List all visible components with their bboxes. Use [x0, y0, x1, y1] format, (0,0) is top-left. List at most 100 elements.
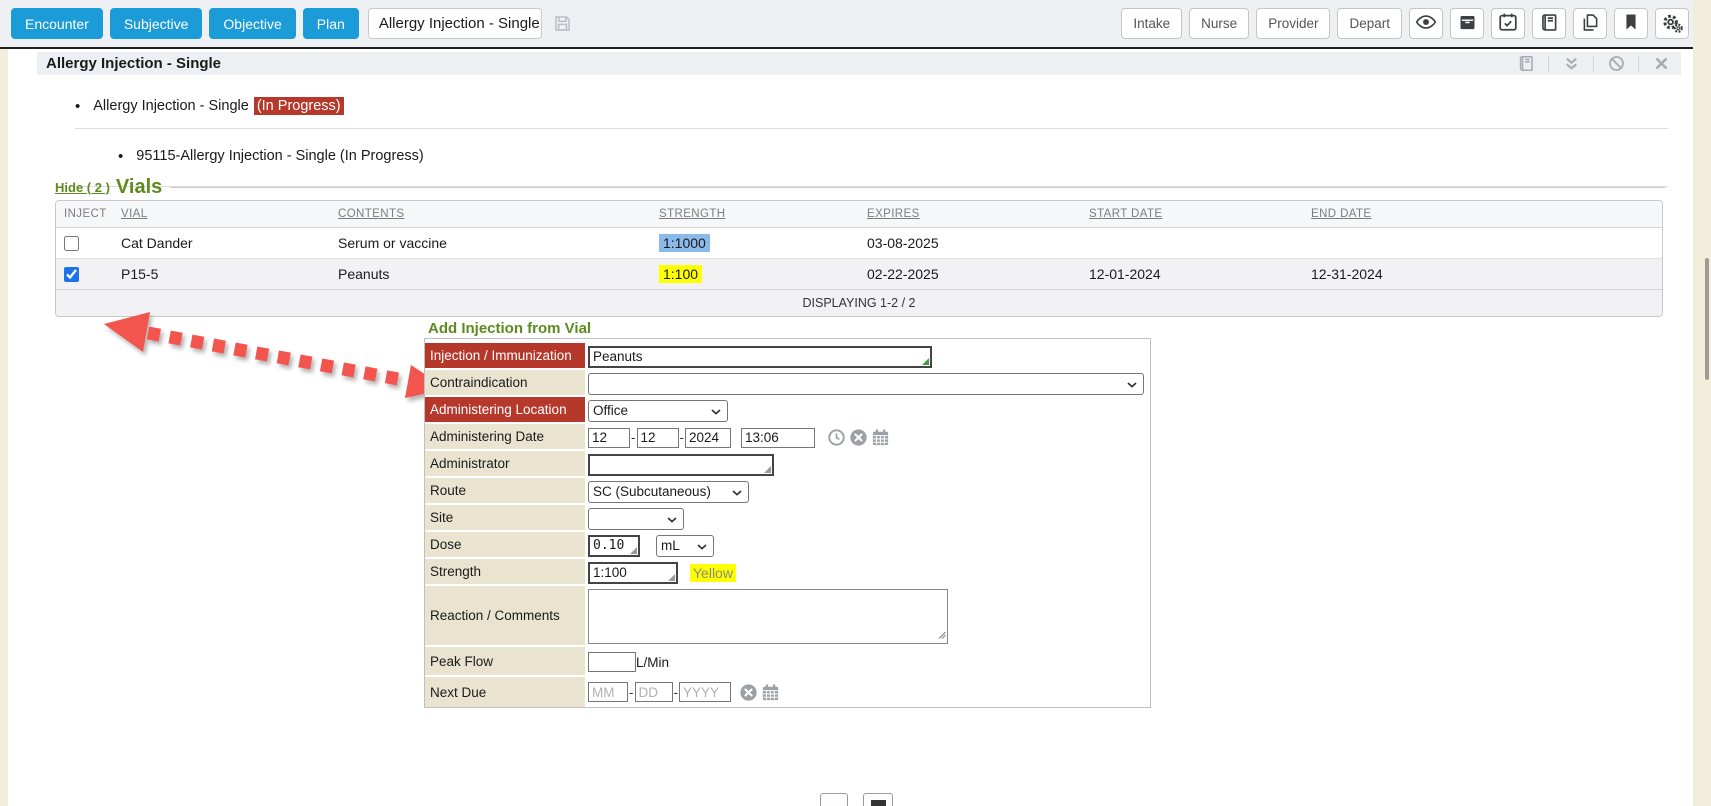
next-due-day-input[interactable]	[635, 682, 673, 702]
peak-flow-input[interactable]	[588, 652, 636, 672]
subjective-button[interactable]: Subjective	[110, 8, 203, 39]
administrator-input[interactable]	[588, 454, 774, 476]
book-icon[interactable]	[1512, 54, 1540, 73]
date-year-input[interactable]	[685, 428, 731, 448]
strength-input[interactable]	[588, 562, 678, 584]
bottom-partial-button[interactable]	[863, 793, 893, 806]
clear-date-icon[interactable]	[849, 428, 868, 447]
form-row-administrator: Administrator	[425, 451, 1150, 478]
template-select[interactable]: Allergy Injection - Single	[368, 8, 542, 39]
bottom-partial-button[interactable]	[820, 793, 848, 806]
next-due-year-input[interactable]	[679, 682, 731, 702]
site-select[interactable]	[588, 508, 684, 530]
strength-cell: 1:100	[659, 265, 702, 283]
eye-button[interactable]	[1409, 8, 1443, 39]
column-header-start-date[interactable]: START DATE	[1081, 208, 1303, 220]
expires-cell: 03-08-2025	[859, 235, 1081, 251]
book-button[interactable]	[1532, 8, 1566, 39]
column-header-inject: INJECT	[56, 208, 113, 220]
calendar-icon[interactable]	[761, 683, 780, 702]
inject-checkbox[interactable]	[64, 267, 79, 282]
administering-location-value: Office	[593, 403, 628, 418]
form-row-strength: Strength Yellow	[425, 559, 1150, 586]
bookmark-button[interactable]	[1614, 8, 1648, 39]
settings-button[interactable]	[1655, 8, 1689, 39]
document-name: Allergy Injection - Single	[93, 98, 249, 114]
date-separator: -	[674, 685, 679, 700]
date-separator: -	[631, 430, 636, 445]
chevron-down-icon	[1127, 376, 1137, 391]
collapse-chevrons-icon[interactable]	[1557, 54, 1585, 73]
vials-table-header: INJECT VIAL CONTENTS STRENGTH EXPIRES ST…	[56, 201, 1662, 228]
clock-icon[interactable]	[827, 428, 846, 447]
contents-cell: Serum or vaccine	[330, 235, 651, 251]
route-select-value: SC (Subcutaneous)	[593, 484, 711, 499]
save-icon[interactable]	[552, 13, 573, 34]
vertical-scrollbar[interactable]	[1705, 258, 1709, 380]
injection-label: Injection / Immunization	[425, 343, 585, 370]
objective-button[interactable]: Objective	[209, 8, 295, 39]
expires-cell: 02-22-2025	[859, 266, 1081, 282]
form-legend: Add Injection from Vial	[428, 320, 598, 337]
intake-button[interactable]: Intake	[1121, 8, 1182, 39]
red-annotation-arrow	[90, 300, 470, 405]
archive-icon	[1457, 12, 1478, 36]
copy-icon	[1580, 12, 1601, 36]
column-header-vial[interactable]: VIAL	[113, 208, 330, 220]
route-select[interactable]: SC (Subcutaneous)	[588, 481, 749, 503]
contents-cell: Peanuts	[330, 266, 651, 282]
column-header-expires[interactable]: EXPIRES	[859, 208, 1081, 220]
vials-title: Vials	[116, 176, 162, 199]
clear-date-icon[interactable]	[739, 683, 758, 702]
date-month-input[interactable]	[588, 428, 630, 448]
close-icon[interactable]	[1647, 55, 1675, 72]
encounter-button[interactable]: Encounter	[11, 8, 103, 39]
copy-button[interactable]	[1573, 8, 1607, 39]
block-icon[interactable]	[1602, 54, 1630, 73]
chevron-down-icon	[697, 538, 707, 553]
page-title: Allergy Injection - Single	[37, 55, 221, 72]
depart-button[interactable]: Depart	[1337, 8, 1402, 39]
reaction-comments-textarea[interactable]	[588, 589, 948, 644]
hide-vials-link[interactable]: Hide ( 2 )	[55, 180, 110, 195]
plan-button[interactable]: Plan	[303, 8, 359, 39]
calendar-check-button[interactable]	[1491, 8, 1525, 39]
dose-unit-select[interactable]: mL	[656, 535, 714, 557]
archive-button[interactable]	[1450, 8, 1484, 39]
panel-actions	[1512, 54, 1681, 73]
injection-input[interactable]	[588, 346, 932, 368]
inject-checkbox[interactable]	[64, 236, 79, 251]
dose-input[interactable]	[588, 535, 640, 557]
vials-legend: Hide ( 2 ) Vials	[55, 175, 1665, 199]
fieldset-border	[170, 187, 1665, 188]
administering-location-select[interactable]: Office	[588, 400, 728, 422]
date-separator: -	[629, 685, 634, 700]
top-toolbar: Encounter Subjective Objective Plan Alle…	[0, 0, 1693, 47]
contraindication-select[interactable]	[588, 373, 1144, 395]
chevron-down-icon	[732, 484, 742, 499]
time-input[interactable]	[741, 428, 815, 448]
table-row: Cat Dander Serum or vaccine 1:1000 03-08…	[56, 228, 1662, 259]
calendar-icon[interactable]	[871, 428, 890, 447]
nurse-button[interactable]: Nurse	[1189, 8, 1249, 39]
route-label: Route	[425, 478, 585, 505]
column-header-end-date[interactable]: END DATE	[1303, 208, 1662, 220]
divider	[1548, 56, 1549, 72]
form-row-next-due: Next Due - -	[425, 677, 1150, 707]
procedure-name: 95115-Allergy Injection - Single (In Pro…	[136, 148, 423, 164]
form-row-route: Route SC (Subcutaneous)	[425, 478, 1150, 505]
next-due-month-input[interactable]	[588, 682, 628, 702]
strength-cell: 1:1000	[659, 234, 710, 252]
form-row-administering-location: Administering Location Office	[425, 397, 1150, 424]
app-window: Encounter Subjective Objective Plan Alle…	[0, 0, 1711, 806]
resize-handle-icon[interactable]	[938, 627, 946, 642]
date-day-input[interactable]	[637, 428, 679, 448]
status-badge: (In Progress)	[254, 97, 344, 115]
date-separator: -	[680, 430, 685, 445]
provider-button[interactable]: Provider	[1256, 8, 1330, 39]
vial-cell: P15-5	[113, 266, 330, 282]
column-header-strength[interactable]: STRENGTH	[651, 208, 859, 220]
eye-icon	[1415, 11, 1437, 36]
form-row-contraindication: Contraindication	[425, 370, 1150, 397]
column-header-contents[interactable]: CONTENTS	[330, 208, 651, 220]
